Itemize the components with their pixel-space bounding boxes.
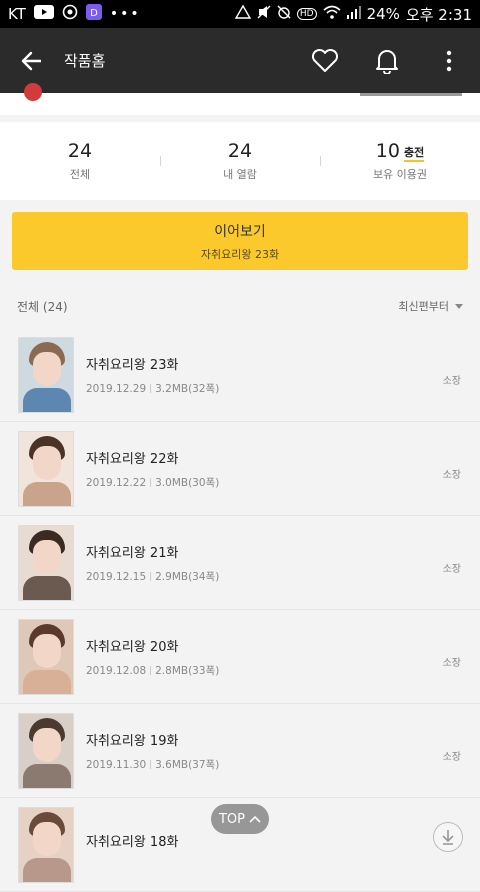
wifi-icon: [323, 5, 341, 23]
network-warning-icon: [234, 4, 252, 23]
header-remnant: [0, 83, 480, 115]
owned-status: 소장: [442, 752, 461, 763]
youtube-icon: [33, 5, 54, 23]
episode-title: 자취요리왕 18화: [86, 835, 179, 850]
top-label: TOP: [218, 811, 245, 827]
continue-reading-button[interactable]: 이어보기 자취요리왕 23화: [12, 212, 468, 270]
episode-size: 3.2MB(32폭): [155, 382, 220, 395]
carrier-label: KT: [8, 5, 26, 23]
episode-size: 3.6MB(37폭): [155, 758, 220, 771]
svg-text:D: D: [90, 8, 98, 19]
episode-date: 2019.12.22: [86, 476, 147, 489]
caret-down-icon: [455, 303, 463, 309]
episode-title: 자취요리왕 20화: [86, 639, 179, 655]
episode-title: 자취요리왕 19화: [86, 733, 179, 749]
more-notifications-icon: •••: [109, 6, 141, 22]
episode-date: 2019.12.29: [86, 382, 147, 395]
stats-bar: 24 전체 24 내 열람 10 충전 보유 이용권: [0, 122, 480, 200]
download-icon: [442, 830, 454, 845]
episode-date: 2019.11.30: [86, 758, 147, 771]
continue-label: 이어보기: [214, 223, 266, 240]
stat-total[interactable]: 24 전체: [0, 122, 160, 200]
stat-total-label: 전체: [69, 168, 91, 181]
episode-count: 전체 (24): [17, 299, 68, 314]
author-avatar: [24, 83, 42, 101]
stat-viewed-value: 24: [227, 140, 253, 162]
episode-thumbnail: [18, 806, 74, 883]
list-header: 전체 (24) 최신편부터: [0, 284, 480, 328]
sort-dropdown[interactable]: 최신편부터: [398, 298, 463, 314]
battery-level: 24%: [366, 5, 400, 23]
episode-date: 2019.12.08: [86, 664, 147, 677]
hd-icon: HD: [296, 8, 317, 20]
bell-icon: [376, 49, 398, 74]
app-notification-icon: D: [85, 4, 102, 24]
stat-viewed-label: 내 열람: [223, 168, 257, 181]
header-divider: [360, 93, 462, 96]
stat-tickets-label: 보유 이용권: [372, 168, 428, 181]
episode-thumbnail: [18, 618, 74, 695]
stat-viewed[interactable]: 24 내 열람: [160, 122, 320, 200]
continue-episode: 자취요리왕 23화: [200, 247, 280, 261]
more-icon: [446, 50, 452, 71]
episode-size: 2.8MB(33폭): [155, 664, 220, 677]
episode-row[interactable]: 자취요리왕 22화 2019.12.22 3.0MB(30폭) 소장: [0, 422, 480, 516]
page-title: 작품홈: [64, 52, 106, 70]
episode-thumbnail: [18, 430, 74, 507]
notification-button[interactable]: [356, 28, 418, 93]
sort-label: 최신편부터: [398, 300, 449, 313]
alarm-icon: [277, 5, 291, 23]
stat-total-value: 24: [67, 140, 93, 162]
episode-title: 자취요리왕 21화: [86, 545, 179, 561]
status-bar: KT D ••• HD 24% 오후 2:31: [0, 0, 480, 28]
episode-row[interactable]: 자취요리왕 21화 2019.12.15 2.9MB(34폭) 소장: [0, 516, 480, 610]
episode-row[interactable]: 자취요리왕 20화 2019.12.08 2.8MB(33폭) 소장: [0, 610, 480, 704]
owned-status: 소장: [442, 470, 461, 481]
stat-tickets[interactable]: 10 충전 보유 이용권: [320, 122, 480, 200]
clock: 오후 2:31: [405, 5, 472, 24]
episode-size: 2.9MB(34폭): [155, 570, 220, 583]
back-arrow-icon: [21, 51, 41, 70]
owned-status: 소장: [442, 658, 461, 669]
mute-icon: [257, 5, 271, 23]
episode-row[interactable]: 자취요리왕 23화 2019.12.29 3.2MB(32폭) 소장: [0, 328, 480, 422]
download-button[interactable]: [433, 822, 463, 852]
chevron-up-icon: [249, 815, 261, 823]
episode-thumbnail: [18, 524, 74, 601]
charge-badge[interactable]: 충전: [403, 146, 425, 162]
sync-icon: [62, 4, 78, 24]
owned-status: 소장: [442, 564, 461, 575]
episode-thumbnail: [18, 712, 74, 789]
episode-row[interactable]: 자취요리왕 19화 2019.11.30 3.6MB(37폭) 소장: [0, 704, 480, 798]
episode-title: 자취요리왕 22화: [86, 451, 179, 467]
heart-icon: [311, 48, 339, 72]
scroll-top-button[interactable]: TOP: [211, 804, 269, 834]
episode-date: 2019.12.15: [86, 570, 147, 583]
owned-status: 소장: [442, 376, 461, 387]
favorite-button[interactable]: [294, 28, 356, 93]
episode-thumbnail: [18, 336, 74, 413]
app-bar: 작품홈: [0, 28, 480, 93]
more-button[interactable]: [418, 28, 480, 93]
episode-size: 3.0MB(30폭): [155, 476, 220, 489]
signal-icon: [346, 5, 361, 23]
stat-tickets-value: 10: [375, 140, 400, 162]
episode-title: 자취요리왕 23화: [86, 357, 179, 373]
